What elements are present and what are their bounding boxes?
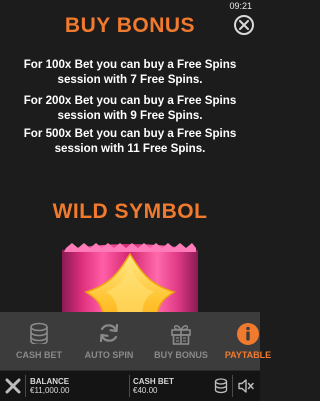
wild-symbol-image [62, 243, 198, 312]
close-icon [239, 20, 249, 30]
tab-label: CASH BET [15, 350, 62, 360]
wild-symbol-title: WILD SYMBOL [52, 200, 208, 223]
exit-icon[interactable] [4, 377, 22, 395]
balance-value: €11,000.00 [30, 386, 70, 395]
buy-bonus-title: BUY BONUS [64, 14, 196, 37]
cash-bet-label: CASH BET [133, 377, 174, 386]
close-button[interactable] [234, 15, 254, 35]
coins-icon[interactable] [214, 378, 228, 394]
footer-divider [232, 375, 233, 397]
sound-off-icon[interactable] [237, 378, 255, 394]
tab-cash-bet[interactable]: CASH BET [6, 312, 72, 370]
tab-buy-bonus[interactable]: BUY BONUS [146, 312, 216, 370]
paytable-content[interactable]: BUY BONUS For 100x Bet you can buy a Fre… [0, 0, 260, 312]
buy-bonus-line: For 200x Bet you can buy a Free Spins se… [23, 94, 237, 122]
balance-label: BALANCE [30, 377, 70, 386]
buy-bonus-line: For 500x Bet you can buy a Free Spins se… [23, 127, 237, 155]
gift-icon [171, 325, 191, 345]
footer-divider [129, 375, 130, 397]
tab-label: AUTO SPIN [84, 350, 134, 360]
tab-label: PAYTABLE [224, 350, 272, 360]
cash-bet-value: €40.00 [133, 386, 158, 395]
footer-divider [25, 375, 26, 397]
tab-paytable[interactable]: PAYTABLE [220, 312, 276, 370]
info-icon [237, 323, 259, 345]
tab-auto-spin[interactable]: AUTO SPIN [76, 312, 142, 370]
refresh-icon [99, 323, 119, 343]
coins-icon [30, 322, 48, 344]
footer-bar: BALANCE €11,000.00 CASH BET €40.00 [0, 370, 260, 401]
bottom-tab-bar: CASH BET AUTO SPIN BUY BONUS PAYTABLE [0, 312, 271, 370]
buy-bonus-line: For 100x Bet you can buy a Free Spins se… [23, 58, 237, 86]
tab-label: BUY BONUS [154, 350, 208, 360]
